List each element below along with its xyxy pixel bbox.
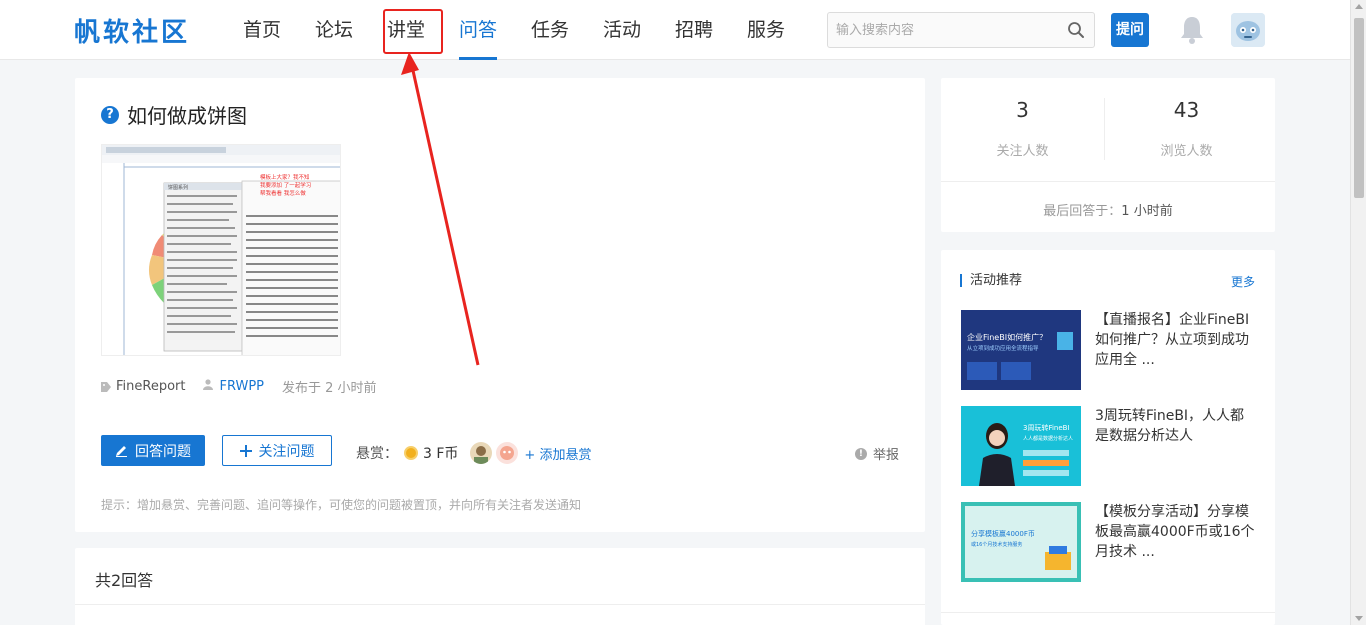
- activity-item[interactable]: 分享模板赢4000F币 或16个月技术支持服务 【模板分享活动】分享模板最高赢4…: [961, 502, 1261, 582]
- search-icon[interactable]: [1067, 21, 1085, 39]
- activity-thumbnail-2[interactable]: 3周玩转FineBI 人人都是数据分析达人: [961, 406, 1081, 486]
- follow-question-button[interactable]: 关注问题: [222, 435, 332, 466]
- answer-button-label: 回答问题: [135, 443, 191, 460]
- report-link[interactable]: ! 举报: [854, 444, 899, 463]
- thumb-1-title: 企业FineBI如何推广？: [967, 332, 1047, 342]
- thumb-3-sub: 或16个月技术支持服务: [971, 541, 1022, 548]
- followers-label: 关注人数: [996, 144, 1049, 159]
- reward-amount: 3 F币: [423, 446, 459, 462]
- last-answer-value: 1 小时前: [1121, 204, 1173, 219]
- reward-user-avatar-2[interactable]: [496, 442, 519, 464]
- nav-jobs[interactable]: 招聘: [658, 0, 730, 60]
- bell-icon[interactable]: [1179, 14, 1205, 46]
- top-header: 帆软社区 首页 论坛 讲堂 问答 任务 活动 招聘 服务 提问: [0, 0, 1350, 60]
- robot-avatar-icon: [1231, 13, 1265, 47]
- activity-item[interactable]: 3周玩转FineBI 人人都是数据分析达人 3周玩转FineBI，人人都是数据分…: [961, 406, 1261, 486]
- views-count: 43: [1173, 98, 1200, 122]
- question-screenshot[interactable]: 饼图系列 模板上大家？我不知 我要添加 了一起学习 帮我看看 我怎么做: [101, 144, 341, 356]
- thumb-3-title: 分享模板赢4000F币: [971, 529, 1035, 538]
- activity-thumbnail-3[interactable]: 分享模板赢4000F币 或16个月技术支持服务: [961, 502, 1081, 582]
- tag-icon: [101, 381, 111, 392]
- user-avatar[interactable]: [1231, 13, 1265, 47]
- search-input[interactable]: [828, 13, 1058, 47]
- user-icon: [203, 379, 214, 394]
- activity-bottom-divider: [941, 612, 1275, 613]
- scrollbar-thumb[interactable]: [1354, 18, 1364, 198]
- question-stats-card: 3 关注人数 43 浏览人数 最后回答于：1 小时前: [941, 78, 1275, 232]
- activity-item[interactable]: 企业FineBI如何推广？ 从立项到成功应用全流程指导 【直播报名】企业Fine…: [961, 310, 1261, 390]
- thumb-2-sub: 人人都是数据分析达人: [1023, 435, 1073, 442]
- activity-more-link[interactable]: 更多: [1231, 273, 1255, 290]
- question-tag[interactable]: FineReport: [116, 379, 185, 394]
- question-meta: FineReport FRWPP 发布于 2 小时前: [101, 377, 377, 396]
- report-label: 举报: [872, 448, 899, 463]
- plus-icon: [239, 444, 252, 457]
- reward-label: 悬赏：: [356, 446, 398, 462]
- coin-icon: [404, 446, 418, 460]
- nav-forum[interactable]: 论坛: [298, 0, 370, 60]
- question-title: ? 如何做成饼图: [101, 100, 247, 129]
- page-scrollbar[interactable]: [1350, 0, 1366, 625]
- screenshot-annotation-1: 模板上大家？我不知: [260, 173, 310, 181]
- followers-stat: 3 关注人数: [941, 98, 1104, 159]
- views-label: 浏览人数: [1160, 144, 1213, 159]
- last-answer: 最后回答于：1 小时前: [941, 200, 1275, 219]
- last-answer-label: 最后回答于：: [1043, 204, 1122, 219]
- activity-item-text[interactable]: 3周玩转FineBI，人人都是数据分析达人: [1095, 406, 1255, 446]
- report-icon: !: [854, 447, 867, 460]
- views-stat: 43 浏览人数: [1105, 98, 1268, 159]
- followers-count: 3: [1016, 98, 1029, 122]
- question-time: 发布于 2 小时前: [282, 381, 377, 396]
- search-box: [827, 12, 1095, 48]
- ask-question-button[interactable]: 提问: [1111, 13, 1149, 47]
- answers-count-title: 共2回答: [95, 571, 154, 590]
- nav-home[interactable]: 首页: [226, 0, 298, 60]
- answers-divider: [75, 604, 925, 605]
- question-author[interactable]: FRWPP: [219, 379, 264, 394]
- screenshot-dialog-title: 饼图系列: [168, 184, 188, 191]
- thumb-1-sub: 从立项到成功应用全流程指导: [967, 344, 1039, 352]
- nav-services[interactable]: 服务: [730, 0, 802, 60]
- activity-item-text[interactable]: 【模板分享活动】分享模板最高赢4000F币或16个月技术 ...: [1095, 502, 1255, 562]
- thumb-2-title: 3周玩转FineBI: [1023, 423, 1070, 432]
- reward-section: 悬赏： 3 F币 + 添加悬赏: [356, 442, 591, 464]
- nav-qa[interactable]: 问答: [442, 0, 514, 60]
- question-title-text: 如何做成饼图: [127, 104, 247, 128]
- question-hint: 提示：增加悬赏、完善问题、追问等操作，可使您的问题被置顶，并向所有关注者发送通知: [101, 498, 582, 512]
- reward-user-avatar-1[interactable]: [470, 442, 493, 464]
- scroll-down-arrow-icon[interactable]: [1355, 616, 1363, 621]
- question-icon: ?: [101, 105, 119, 124]
- answers-card: 共2回答: [75, 548, 925, 625]
- site-logo[interactable]: 帆软社区: [74, 12, 190, 49]
- screenshot-annotation-3: 帮我看看 我怎么做: [260, 189, 306, 197]
- screenshot-annotation-2: 我要添加 了一起学习: [260, 181, 311, 189]
- activity-thumbnail-1[interactable]: 企业FineBI如何推广？ 从立项到成功应用全流程指导: [961, 310, 1081, 390]
- add-reward-link[interactable]: + 添加悬赏: [524, 444, 591, 463]
- nav-events[interactable]: 活动: [586, 0, 658, 60]
- answer-question-button[interactable]: 回答问题: [101, 435, 205, 466]
- nav-tasks[interactable]: 任务: [514, 0, 586, 60]
- annotation-highlight-box: [383, 9, 443, 54]
- scroll-up-arrow-icon[interactable]: [1355, 4, 1363, 9]
- pencil-icon: [116, 446, 127, 457]
- stats-hr: [941, 181, 1275, 182]
- main-nav: 首页 论坛 讲堂 问答 任务 活动 招聘 服务: [226, 0, 802, 60]
- follow-button-label: 关注问题: [258, 443, 315, 460]
- activity-recommend-card: 活动推荐 更多 企业FineBI如何推广？ 从立项到成功应用全流程指导 【直播报…: [941, 250, 1275, 625]
- activity-title: 活动推荐: [960, 274, 1022, 287]
- activity-item-text[interactable]: 【直播报名】企业FineBI如何推广？从立项到成功应用全 ...: [1095, 310, 1255, 370]
- screenshot-image: 饼图系列 模板上大家？我不知 我要添加 了一起学习 帮我看看 我怎么做: [102, 145, 340, 355]
- question-card: ? 如何做成饼图 饼图系列 模板上大家？我不知 我要添加 了一起学习 帮我看看 …: [75, 78, 925, 532]
